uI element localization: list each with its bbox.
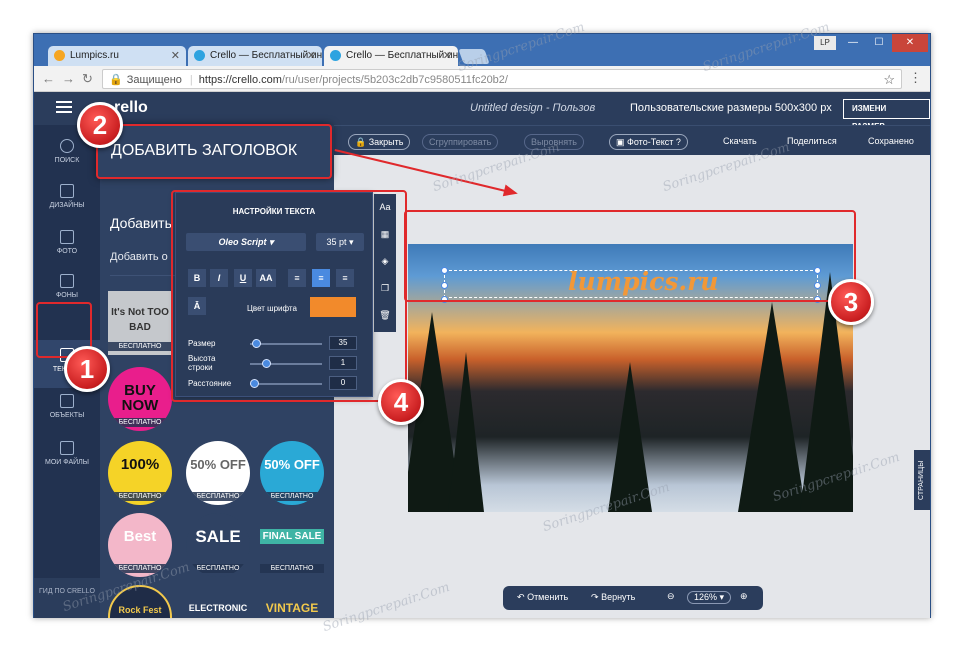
callout-badge-4: 4 [378,379,424,425]
window-close-icon[interactable]: ✕ [892,34,928,52]
new-tab-button[interactable] [458,49,490,64]
redo-button[interactable]: ↷ Вернуть [591,592,635,603]
sidebar-item-designs[interactable]: ДИЗАЙНЫ [34,180,100,220]
group-button[interactable]: Сгруппировать [422,134,499,150]
guide-link[interactable]: ГИД ПО CRELLO [34,578,100,618]
tree-shape [448,352,484,512]
menu-icon[interactable] [56,101,72,113]
tree-shape [738,302,806,512]
folder-icon [60,441,74,455]
help-icon: ? [675,137,681,147]
browser-window: Lumpics.ru ✕ Crello — Бесплатный ин ✕ Cr… [33,33,931,618]
sticker-item[interactable]: Rock FestБЕСПЛАТНО [108,585,172,618]
callout-badge-1: 1 [64,346,110,392]
backgrounds-icon [60,274,74,288]
maximize-icon[interactable]: ☐ [866,34,892,52]
url-input[interactable]: 🔒 Защищено | https://crello.com/ru/user/pro… [102,69,902,89]
sticker-item[interactable]: SALE БЕСПЛАТНО [186,513,250,577]
tab-crello-1[interactable]: Crello — Бесплатный ин ✕ [188,46,322,66]
element-toolbar: 🔒 Закрыть Сгруппировать Выровнять ▣ Фото… [334,125,930,155]
sticker-item[interactable]: Best БЕСПЛАТНО [108,513,172,577]
back-icon[interactable]: ← [42,71,55,86]
sticker-item[interactable]: 50% OFF БЕСПЛАТНО [186,441,250,505]
sticker-item[interactable]: BUY NOW БЕСПЛАТНО [108,367,172,431]
sticker-item[interactable]: 50% OFF БЕСПЛАТНО [260,441,324,505]
download-button[interactable]: Скачать [723,134,757,150]
resize-button[interactable]: ИЗМЕНИ РАЗМЕР [843,99,930,131]
window-controls: LP — ☐ ✕ [814,34,928,52]
lock-icon: 🔒 [355,137,367,147]
crello-favicon-icon [330,50,341,61]
align-button[interactable]: Выровнять [524,134,584,150]
address-bar: ← → ↻ 🔒 Защищено | https://crello.com/ru/us… [34,66,930,92]
tree-shape [608,362,652,512]
sticker-item[interactable]: It's Not TOO BAD БЕСПЛАТНО [108,291,172,355]
minimize-icon[interactable]: — [840,34,866,52]
undo-button[interactable]: ↶ Отменить [517,592,568,603]
zoom-in-icon[interactable]: ⊕ [740,591,748,602]
bottom-controls: ↶ Отменить ↷ Вернуть ⊖ 126% ▾ ⊕ [503,586,763,610]
photo-text-button[interactable]: ▣ Фото-Текст ? [609,134,688,150]
size-label: Пользовательские размеры 500x300 px [630,102,832,114]
tab-close-icon[interactable]: ✕ [443,49,452,62]
sidebar-item-objects[interactable]: ОБЪЕКТЫ [34,390,100,430]
lumpics-favicon-icon [54,50,65,61]
saved-status: Сохранено [868,136,914,146]
redo-icon: ↷ [591,592,599,602]
design-name[interactable]: Untitled design - Пользов [470,102,595,114]
settings-highlight [171,190,407,402]
forward-icon[interactable]: → [62,71,75,86]
crello-favicon-icon [194,50,205,61]
lock-icon: 🔒 [109,74,123,86]
search-icon [60,139,74,153]
designs-icon [60,184,74,198]
bookmark-star-icon[interactable]: ☆ [883,72,895,88]
objects-icon [60,394,74,408]
close-button[interactable]: 🔒 Закрыть [348,134,411,150]
photo-icon [60,230,74,244]
sidebar-item-my-files[interactable]: МОИ ФАЙЛЫ [34,437,100,477]
sidebar-item-photos[interactable]: ФОТО [34,226,100,266]
tab-close-icon[interactable]: ✕ [307,49,316,62]
sticker-item[interactable]: VINTAGEБЕСПЛАТНО [260,585,324,618]
zoom-select[interactable]: 126% ▾ [687,591,732,604]
browser-menu-icon[interactable]: ⋮ [909,70,922,86]
sticker-item[interactable]: ELECTRONICБЕСПЛАТНО [186,585,250,618]
reload-icon[interactable]: ↻ [82,71,93,87]
callout-badge-2: 2 [77,102,123,148]
image-icon: ▣ [616,137,625,147]
profile-badge[interactable]: LP [814,36,836,50]
sticker-item[interactable]: FINAL SALE БЕСПЛАТНО [260,513,324,577]
tab-crello-2[interactable]: Crello — Бесплатный ин ✕ [324,46,458,67]
tab-close-icon[interactable]: ✕ [171,49,180,62]
share-button[interactable]: Поделиться [787,134,837,150]
undo-icon: ↶ [517,592,525,602]
add-body-text-button[interactable]: Добавить о [110,251,168,263]
sticker-item[interactable]: 100% БЕСПЛАТНО [108,441,172,505]
pages-tab[interactable]: СТРАНИЦЫ [914,450,930,510]
zoom-out-icon[interactable]: ⊖ [667,591,675,602]
canvas-text-highlight [404,210,856,302]
app-header: rello Untitled design - Пользов Пользова… [34,92,930,131]
tab-strip: Lumpics.ru ✕ Crello — Бесплатный ин ✕ Cr… [34,34,930,67]
tab-lumpics[interactable]: Lumpics.ru ✕ [48,46,186,66]
callout-badge-3: 3 [828,279,874,325]
add-heading-button[interactable]: ДОБАВИТЬ ЗАГОЛОВОК [96,124,332,179]
